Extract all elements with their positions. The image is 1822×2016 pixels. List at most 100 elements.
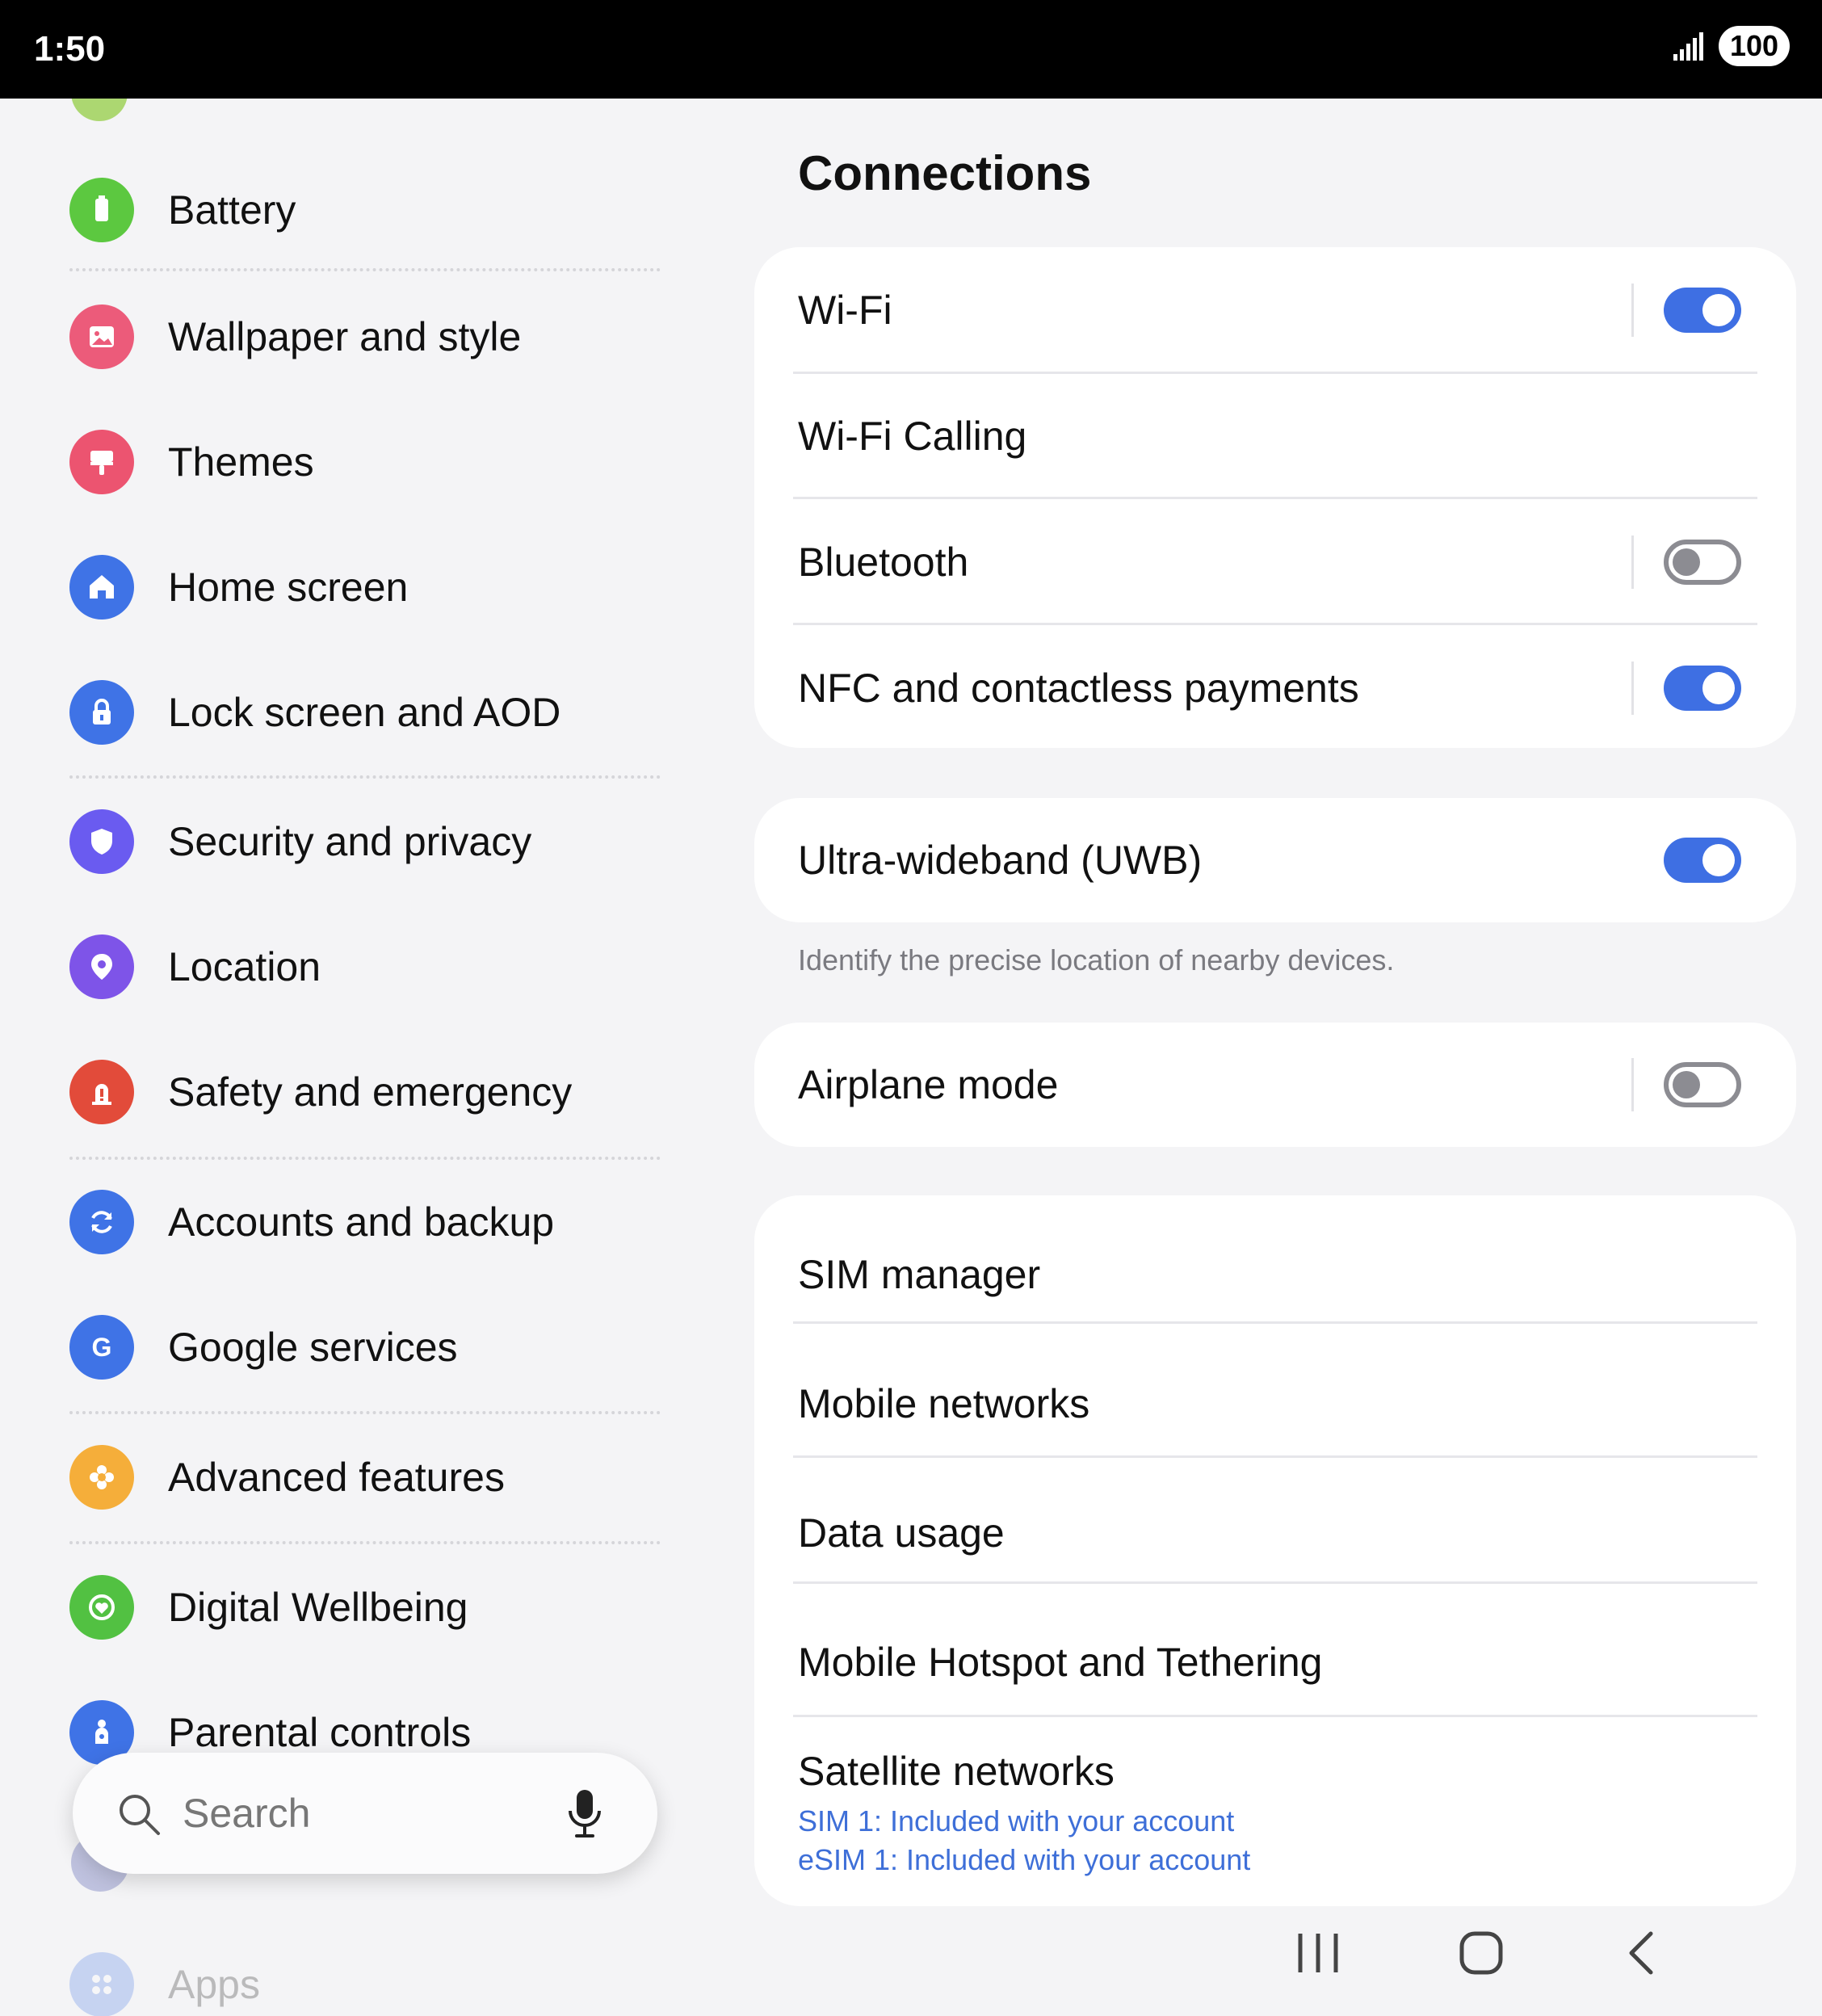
sidebar-item-label: Apps: [168, 1962, 260, 2007]
setting-row-bluetooth[interactable]: Bluetooth: [798, 527, 1762, 598]
row-divider: [793, 1715, 1757, 1717]
sidebar-item-label: Accounts and backup: [168, 1199, 555, 1245]
setting-row-satellite-networks[interactable]: Satellite networks SIM 1: Included with …: [798, 1748, 1762, 1885]
airplane-card: Airplane mode: [754, 1023, 1796, 1147]
display-icon-partial: [71, 99, 128, 121]
sidebar-item-label: Safety and emergency: [168, 1069, 573, 1115]
shield-icon: [69, 809, 134, 874]
satellite-esim1-status: eSIM 1: Included with your account: [798, 1843, 1251, 1876]
sidebar-item-label: Lock screen and AOD: [168, 690, 561, 735]
setting-row-wifi[interactable]: Wi-Fi: [798, 275, 1762, 346]
row-divider: [793, 1581, 1757, 1584]
location-pin-icon: [69, 934, 134, 999]
wifi-toggle[interactable]: [1664, 288, 1741, 333]
row-separator: [1631, 536, 1634, 589]
group-divider: [69, 1411, 661, 1414]
row-separator: [1631, 284, 1634, 337]
setting-label: Wi-Fi: [798, 288, 892, 333]
setting-label: Mobile Hotspot and Tethering: [798, 1640, 1323, 1685]
sidebar-item-label: Location: [168, 944, 321, 989]
sidebar-item-battery[interactable]: Battery: [69, 166, 667, 254]
apps-grid-icon: [69, 1952, 134, 2016]
setting-row-sim-manager[interactable]: SIM manager: [798, 1239, 1762, 1310]
sidebar-item-safety[interactable]: Safety and emergency: [69, 1048, 667, 1136]
settings-sidebar[interactable]: Battery Wallpaper and style Themes Home …: [0, 99, 711, 2016]
sidebar-item-label: Advanced features: [168, 1455, 505, 1500]
setting-label: Mobile networks: [798, 1381, 1090, 1426]
setting-label: Bluetooth: [798, 540, 969, 585]
back-icon[interactable]: [1625, 1929, 1657, 1977]
sidebar-item-themes[interactable]: Themes: [69, 418, 667, 506]
sync-icon: [69, 1190, 134, 1254]
airplane-mode-toggle[interactable]: [1664, 1062, 1741, 1107]
status-indicators: 100: [1672, 26, 1790, 66]
sidebar-item-digital-wellbeing[interactable]: Digital Wellbeing: [69, 1563, 667, 1652]
row-divider: [793, 497, 1757, 499]
connections-card-primary: Wi-Fi Wi-Fi Calling Bluetooth NFC and co…: [754, 247, 1796, 748]
sidebar-item-lock-screen[interactable]: Lock screen and AOD: [69, 668, 667, 757]
setting-label: NFC and contactless payments: [798, 666, 1359, 711]
search-icon: [120, 1795, 160, 1835]
row-divider: [793, 372, 1757, 374]
uwb-toggle[interactable]: [1664, 838, 1741, 883]
setting-row-data-usage[interactable]: Data usage: [798, 1497, 1762, 1569]
nfc-toggle[interactable]: [1664, 666, 1741, 711]
sidebar-item-label: Wallpaper and style: [168, 314, 522, 359]
search-input[interactable]: Search: [183, 1790, 310, 1837]
lock-icon: [69, 680, 134, 745]
setting-label: Wi-Fi Calling: [798, 414, 1027, 459]
row-separator: [1631, 1058, 1634, 1111]
setting-row-wifi-calling[interactable]: Wi-Fi Calling: [798, 401, 1762, 472]
status-bar: 1:50 100: [0, 0, 1822, 99]
setting-label: SIM manager: [798, 1252, 1041, 1297]
row-divider: [793, 1321, 1757, 1324]
sidebar-item-google-services[interactable]: G Google services: [69, 1303, 667, 1392]
group-divider: [69, 268, 661, 271]
microphone-icon[interactable]: [560, 1785, 609, 1842]
sidebar-item-label: Home screen: [168, 565, 409, 610]
setting-row-mobile-networks[interactable]: Mobile networks: [798, 1368, 1762, 1439]
sidebar-item-wallpaper[interactable]: Wallpaper and style: [69, 292, 667, 381]
battery-icon: [69, 178, 134, 242]
sidebar-item-label: Security and privacy: [168, 819, 532, 864]
sidebar-item-accounts-backup[interactable]: Accounts and backup: [69, 1178, 667, 1266]
bluetooth-toggle[interactable]: [1664, 540, 1741, 585]
search-bar[interactable]: Search: [73, 1753, 657, 1874]
home-icon: [69, 555, 134, 620]
recent-apps-icon[interactable]: [1295, 1929, 1341, 1977]
group-divider: [69, 1541, 661, 1544]
row-separator: [1631, 662, 1634, 715]
group-divider: [69, 775, 661, 779]
sidebar-item-home-screen[interactable]: Home screen: [69, 543, 667, 632]
row-divider: [793, 623, 1757, 625]
sidebar-item-label: Themes: [168, 439, 314, 485]
setting-row-uwb[interactable]: Ultra-wideband (UWB): [798, 825, 1762, 896]
setting-row-hotspot-tethering[interactable]: Mobile Hotspot and Tethering: [798, 1627, 1762, 1698]
sidebar-item-apps[interactable]: Apps: [69, 1940, 667, 2016]
alert-icon: [69, 1060, 134, 1124]
uwb-card: Ultra-wideband (UWB): [754, 798, 1796, 922]
setting-row-nfc[interactable]: NFC and contactless payments: [798, 653, 1762, 724]
home-button-icon[interactable]: [1459, 1929, 1504, 1977]
sidebar-item-security[interactable]: Security and privacy: [69, 797, 667, 886]
sidebar-item-label: Battery: [168, 187, 296, 233]
puzzle-icon: [69, 1445, 134, 1510]
group-divider: [69, 1157, 661, 1160]
sidebar-item-label: Digital Wellbeing: [168, 1585, 468, 1630]
satellite-sim1-status: SIM 1: Included with your account: [798, 1804, 1235, 1838]
svg-text:G: G: [92, 1333, 112, 1362]
row-divider: [793, 1455, 1757, 1458]
setting-label: Airplane mode: [798, 1062, 1059, 1107]
page-title: Connections: [798, 146, 1092, 200]
signal-icon: [1673, 32, 1703, 61]
sidebar-item-location[interactable]: Location: [69, 922, 667, 1011]
network-settings-card: SIM manager Mobile networks Data usage M…: [754, 1195, 1796, 1906]
uwb-helper-text: Identify the precise location of nearby …: [798, 943, 1395, 976]
status-time: 1:50: [34, 29, 106, 69]
google-g-icon: G: [69, 1315, 134, 1380]
image-icon: [69, 304, 134, 369]
sidebar-item-advanced-features[interactable]: Advanced features: [69, 1433, 667, 1522]
setting-label: Satellite networks: [798, 1749, 1115, 1794]
setting-row-airplane-mode[interactable]: Airplane mode: [798, 1049, 1762, 1120]
setting-label: Ultra-wideband (UWB): [798, 838, 1203, 883]
